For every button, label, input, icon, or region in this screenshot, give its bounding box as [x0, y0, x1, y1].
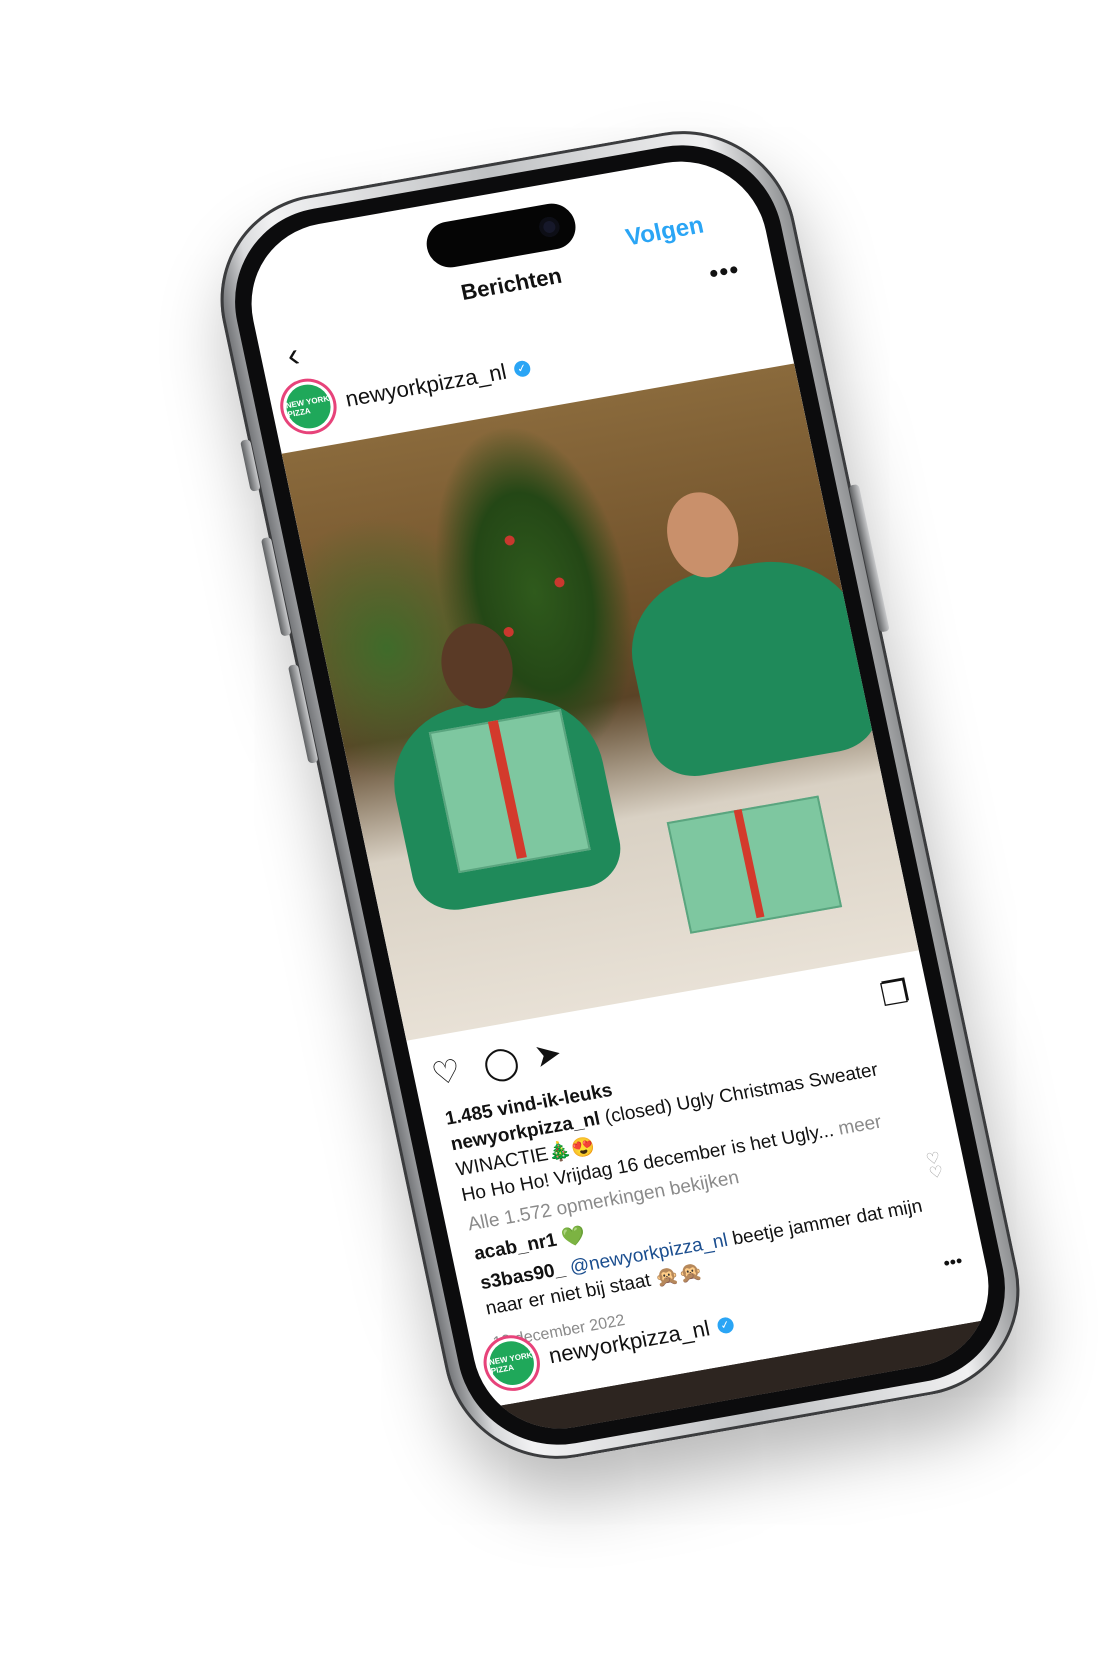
comment-icon[interactable]: ◯ — [479, 1038, 523, 1087]
camera-icon — [537, 215, 562, 239]
more-horizontal-icon[interactable]: ••• — [706, 254, 742, 289]
stage: Volgen Berichten ‹ ••• NEW YORK PIZZA ne… — [0, 0, 1106, 1654]
ornament-icon — [502, 626, 515, 638]
gift-box — [666, 795, 843, 934]
chevron-left-icon[interactable]: ‹ — [284, 336, 303, 375]
avatar[interactable]: NEW YORK PIZZA — [485, 1337, 539, 1389]
phone-mockup: Volgen Berichten ‹ ••• NEW YORK PIZZA ne… — [200, 113, 1040, 1477]
share-icon[interactable]: ➤ — [530, 1030, 566, 1078]
ornament-icon — [503, 534, 516, 547]
heart-icon[interactable]: ♡ — [427, 1048, 464, 1096]
comment-text: 💚 — [559, 1224, 588, 1250]
avatar[interactable]: NEW YORK PIZZA — [282, 381, 335, 432]
more-link[interactable]: meer — [836, 1112, 883, 1140]
post-username[interactable]: newyorkpizza_nl — [546, 1316, 712, 1370]
verified-badge-icon: ✓ — [512, 359, 532, 379]
bookmark-icon[interactable]: ❐ — [876, 969, 913, 1017]
post-username[interactable]: newyorkpizza_nl — [343, 359, 509, 413]
verified-badge-icon: ✓ — [715, 1316, 735, 1335]
ornament-icon — [553, 576, 566, 589]
